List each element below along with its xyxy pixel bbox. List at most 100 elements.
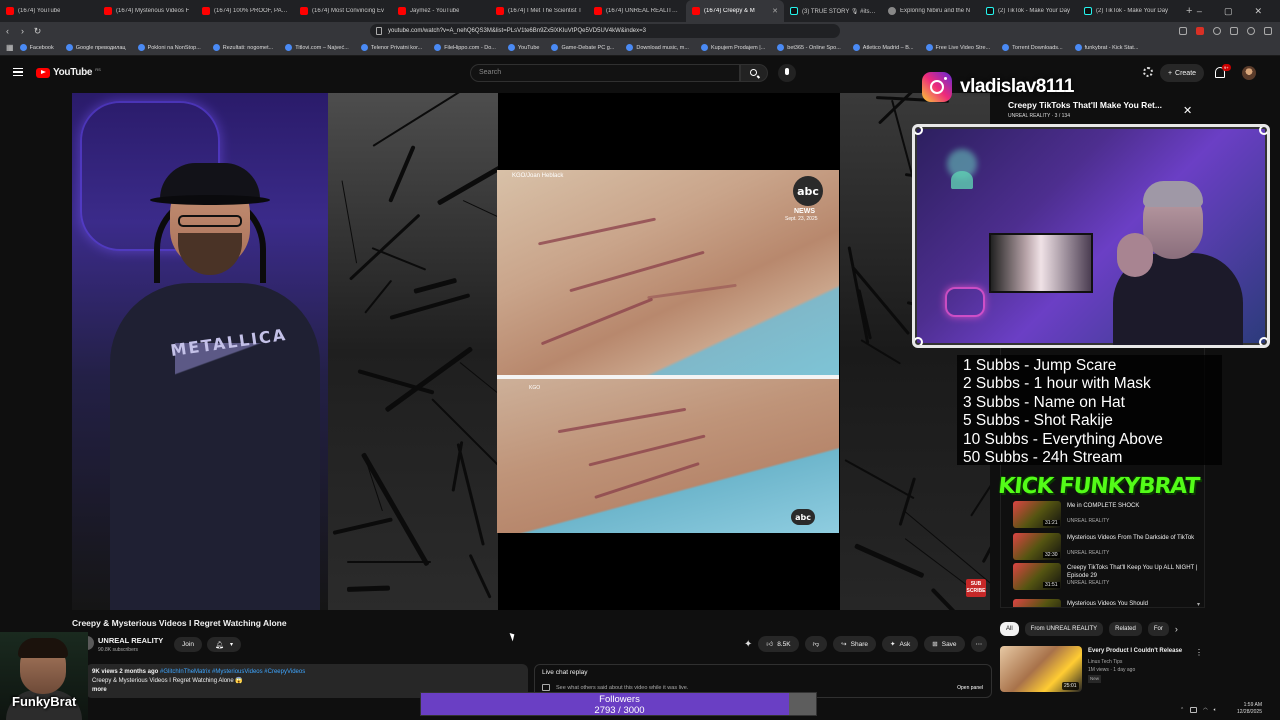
browser-tab[interactable]: (1674) Mysterious Videos F — [98, 0, 196, 22]
bookmark-item[interactable]: Free Live Video Stre... — [925, 44, 997, 51]
playlist-item[interactable]: Mysterious Videos You Should — [1013, 599, 1203, 607]
search-button[interactable] — [740, 64, 768, 82]
network-logo-text: abc — [795, 512, 811, 522]
followers-label: Followers 2793 / 3000 — [421, 694, 816, 715]
bookmark-item[interactable]: FileHippo.com - Do... — [434, 44, 502, 51]
like-button[interactable]: 👍︎ 8.5K — [758, 636, 799, 652]
browser-tab[interactable]: (2) TikTok - Make Your Day — [980, 0, 1078, 22]
bookmark-item[interactable]: Game-Debate PC g... — [551, 44, 620, 51]
profile-icon[interactable] — [1247, 27, 1255, 35]
sub-goal-line: 2 Subbs - 1 hour with Mask — [963, 375, 1151, 393]
bookmark-item[interactable]: Google преводилац — [65, 44, 132, 51]
recommended-video[interactable]: 25:01 Every Product I Couldn't Release L… — [1000, 646, 1203, 692]
reload-icon[interactable]: ↻ — [30, 26, 45, 37]
close-icon[interactable]: ✕ — [1183, 104, 1192, 117]
apps-grid-icon[interactable]: ▦ — [6, 43, 14, 52]
recommended-title[interactable]: Every Product I Couldn't Release — [1088, 648, 1192, 654]
system-clock[interactable]: 1:59 AM 12/28/2025 — [1226, 702, 1262, 716]
tray-app-icon[interactable] — [1190, 707, 1198, 713]
close-tab-icon[interactable]: ✕ — [772, 7, 778, 15]
bookmark-item[interactable]: Rezultati: nogomet... — [212, 44, 279, 51]
bookmark-item[interactable]: Kupujem Prodajem |... — [700, 44, 771, 51]
browser-tab[interactable]: (1674) I Met The Scientist T — [490, 0, 588, 22]
channel-name[interactable]: UNREAL REALITY — [98, 636, 163, 645]
bookmark-item[interactable]: Pokloni na NonStop... — [137, 44, 207, 51]
subscribe-watermark[interactable]: SUB SCRIBE — [966, 579, 986, 597]
dislike-button[interactable]: 👎︎ — [804, 636, 828, 652]
bookmark-item[interactable]: funkybrat - Kick Stat... — [1074, 44, 1145, 51]
filter-chip[interactable]: Related — [1109, 622, 1142, 636]
site-info-icon[interactable] — [376, 27, 382, 35]
maximize-icon[interactable]: ▢ — [1224, 6, 1233, 17]
filter-chip[interactable]: All — [1000, 622, 1019, 636]
filter-chip[interactable]: From UNREAL REALITY — [1024, 622, 1104, 636]
playlist-item[interactable]: 31:21 Me in COMPLETE SHOCK UNREAL REALITY — [1013, 501, 1203, 531]
browser-tab[interactable]: (1674) Creepy & M ✕ — [686, 0, 784, 22]
network-icon[interactable]: ◠ — [1203, 707, 1207, 713]
hamburger-menu-icon[interactable] — [13, 68, 23, 76]
browser-tab[interactable]: (2) TikTok - Make Your Day — [1078, 0, 1176, 22]
ask-button[interactable]: ✦ Ask — [881, 636, 919, 652]
live-chat-subtitle: See what others said about this video wh… — [556, 684, 689, 691]
video-player[interactable]: METALLICA KGO/Joan Heblack abc NEWS Sept… — [72, 93, 990, 610]
bookmark-item[interactable]: Titlovi.com – Najveć... — [285, 44, 355, 51]
filter-chip[interactable]: For — [1147, 622, 1169, 636]
bookmark-item[interactable]: YouTube — [507, 44, 546, 51]
playlist-item[interactable]: 32:30 Mysterious Videos From The Darkside… — [1013, 533, 1203, 563]
back-icon[interactable]: ‹ — [0, 26, 15, 36]
bookmark-star-icon[interactable] — [1179, 27, 1187, 35]
address-bar-url: youtube.com/watch?v=A_nehQ6QS3M&list=PLs… — [388, 28, 646, 34]
browser-tab[interactable]: (1674) 100% PROOF, PARA — [196, 0, 294, 22]
tree-branch — [462, 200, 498, 264]
browser-tab[interactable]: Jaymez - YouTube — [392, 0, 490, 22]
create-button[interactable]: + Create — [1160, 64, 1204, 82]
extension-icon[interactable] — [1213, 27, 1221, 35]
browser-tab[interactable]: (1674) UNREAL REALITY - Y — [588, 0, 686, 22]
forward-icon[interactable]: › — [15, 26, 30, 36]
browser-tab[interactable]: (3) TRUE STORY 🎙 #itsnot — [784, 0, 882, 22]
bookmark-item[interactable]: Atletico Madrid – B... — [852, 44, 920, 51]
address-bar[interactable]: youtube.com/watch?v=A_nehQ6QS3M&list=PLs… — [370, 24, 840, 38]
menu-icon[interactable] — [1264, 27, 1272, 35]
hashtags[interactable]: #GlitchInTheMatrix #MysteriousVideos #Cr… — [160, 669, 305, 675]
tree-branch — [389, 293, 471, 320]
bookmark-favicon-icon — [137, 44, 145, 51]
extension-icon[interactable] — [1196, 27, 1204, 35]
pink-neon-light — [945, 287, 985, 317]
related-filter-chips: All From UNREAL REALITY Related For › — [1000, 622, 1178, 636]
subscribed-bell-button[interactable]: 🔔︎ ▾ — [207, 637, 241, 652]
bookmark-label: Kupujem Prodajem |... — [710, 44, 766, 51]
youtube-logo[interactable]: YouTube RS — [36, 67, 101, 78]
puzzle-icon[interactable] — [1230, 27, 1238, 35]
browser-tab[interactable]: (1674) Most Convincing Ev — [294, 0, 392, 22]
bookmark-item[interactable]: Facebook — [19, 44, 60, 51]
browser-tab[interactable]: Exploring Nibiru and the N — [882, 0, 980, 22]
bookmark-label: Facebook — [29, 44, 54, 51]
bookmark-item[interactable]: Telenor Privatni kor... — [360, 44, 428, 51]
open-panel-button[interactable]: Open panel — [957, 685, 983, 691]
sparkle-icon[interactable]: ✦ — [744, 639, 752, 650]
tray-chevron-icon[interactable]: ⌃ — [1180, 707, 1184, 713]
chevron-right-icon[interactable]: › — [1175, 624, 1178, 634]
volume-icon[interactable]: 🔈︎ — [1214, 707, 1217, 713]
window-controls: – ▢ ✕ — [1197, 0, 1262, 22]
close-window-icon[interactable]: ✕ — [1254, 6, 1262, 17]
bookmark-item[interactable]: Download music, m... — [626, 44, 695, 51]
playlist-item[interactable]: 31:51 Creepy TikToks That'll Keep You Up … — [1013, 563, 1203, 593]
settings-icon[interactable] — [1143, 67, 1153, 77]
miniplayer-title[interactable]: Creepy TikToks That'll Make You Ret... — [1008, 100, 1162, 110]
bookmark-item[interactable]: bet365 - Online Spo... — [777, 44, 847, 51]
account-avatar[interactable] — [1242, 66, 1256, 80]
minimize-icon[interactable]: – — [1197, 6, 1202, 16]
bookmark-favicon-icon — [285, 44, 293, 51]
browser-tab[interactable]: (1674) YouTube — [0, 0, 98, 22]
share-button[interactable]: ↪ Share — [833, 636, 876, 652]
voice-search-button[interactable] — [778, 64, 796, 82]
recommended-channel[interactable]: Linus Tech Tips — [1088, 658, 1135, 666]
search-input[interactable]: Search — [470, 64, 740, 82]
recommended-more-icon[interactable]: ⋮ — [1195, 648, 1203, 657]
more-actions-button[interactable]: ⋯ — [970, 636, 988, 652]
join-button[interactable]: Join — [174, 637, 202, 652]
save-button[interactable]: ⊞ Save — [924, 636, 965, 652]
bookmark-item[interactable]: Torrent Downloads... — [1002, 44, 1068, 51]
